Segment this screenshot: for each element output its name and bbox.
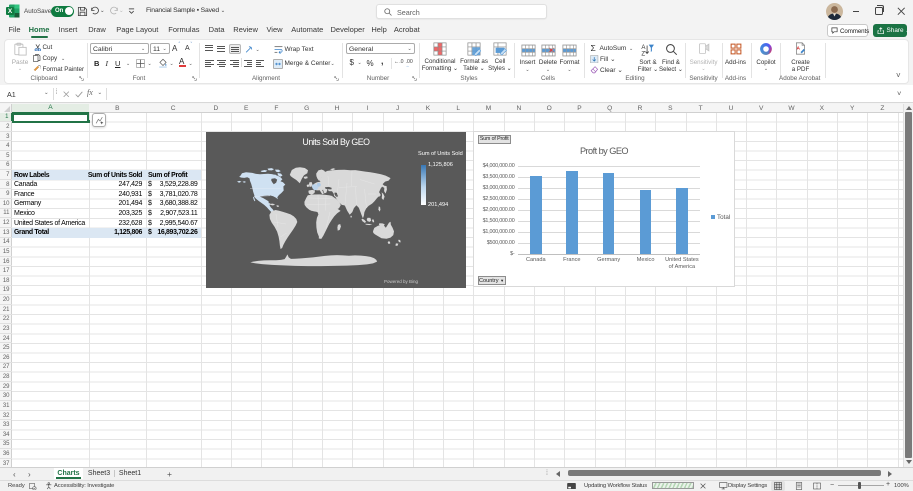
svg-text:Z: Z [641,50,645,55]
svg-text:X: X [8,8,13,15]
svg-text:A: A [797,45,801,50]
